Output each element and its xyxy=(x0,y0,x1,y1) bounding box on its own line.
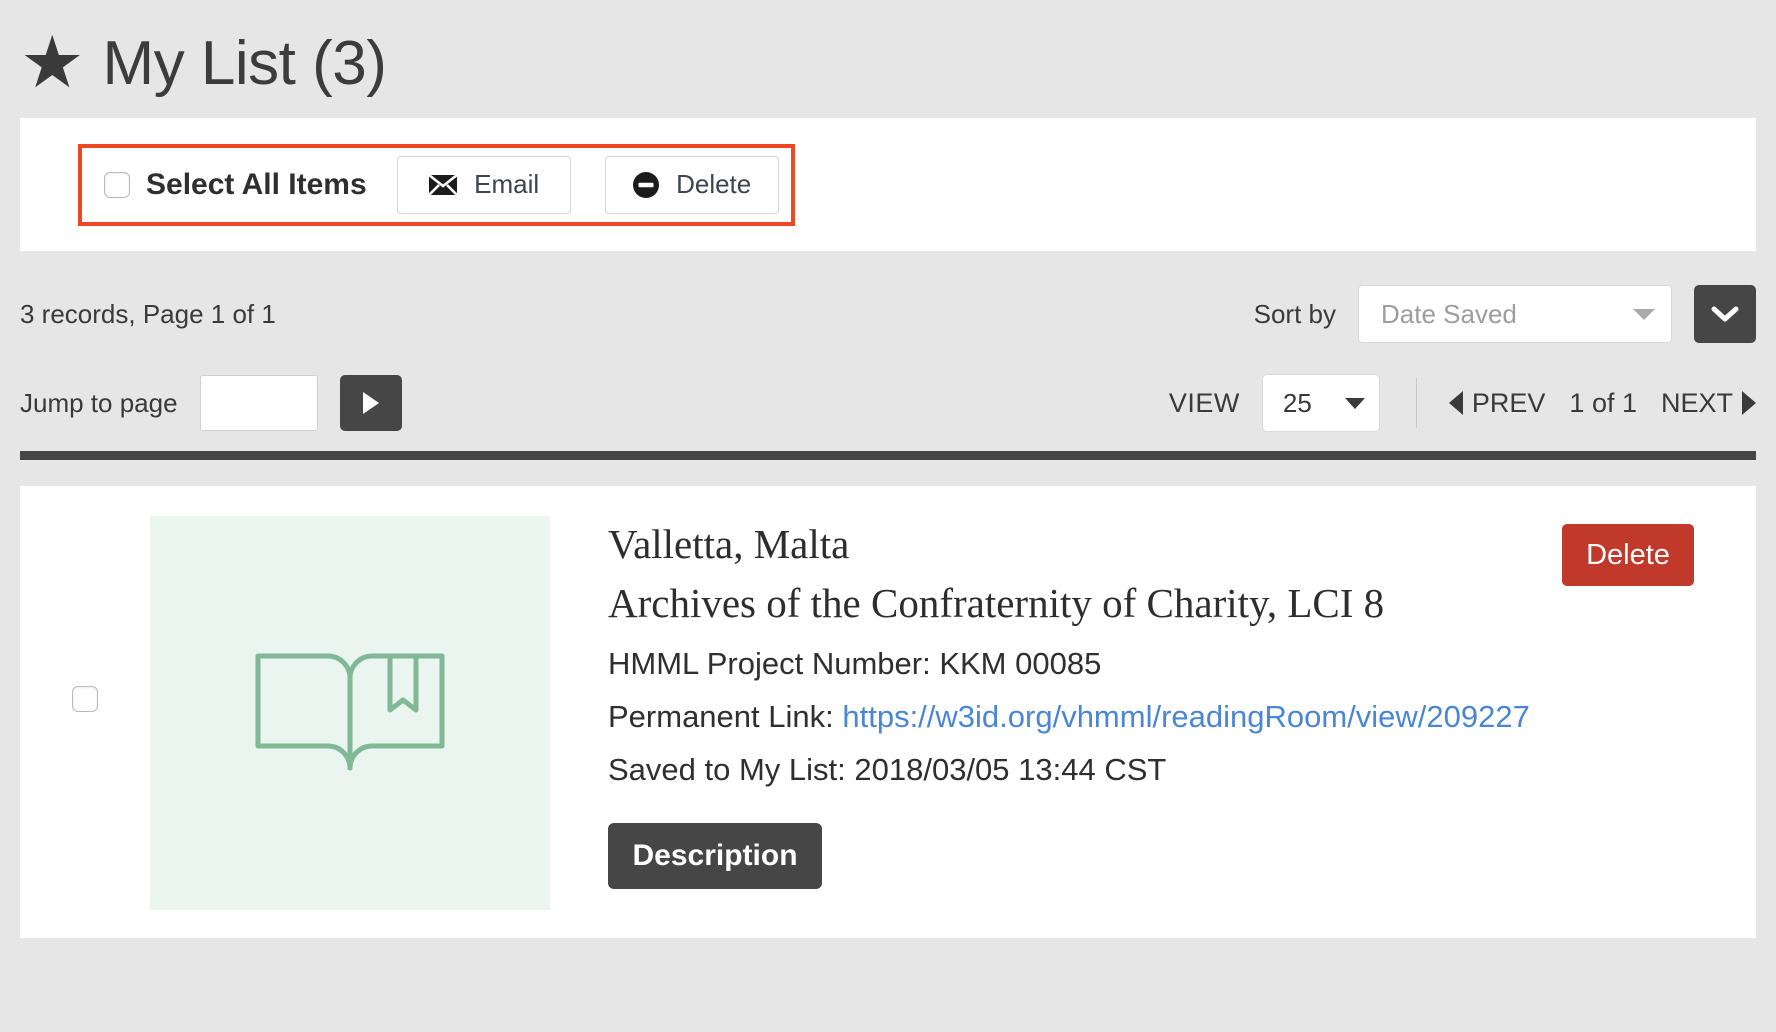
pager-nav: PREV 1 of 1 NEXT xyxy=(1449,388,1756,419)
sort-by-label: Sort by xyxy=(1254,299,1336,330)
select-all-checkbox[interactable] xyxy=(104,172,130,198)
records-summary-row: 3 records, Page 1 of 1 Sort by Date Save… xyxy=(20,251,1756,355)
page-title: ★ My List (3) xyxy=(0,0,1776,118)
description-button[interactable]: Description xyxy=(608,823,822,889)
jump-to-page-go-button[interactable] xyxy=(340,375,402,431)
chevron-down-icon xyxy=(1711,305,1739,323)
view-label: VIEW xyxy=(1169,388,1240,419)
sort-direction-button[interactable] xyxy=(1694,285,1756,343)
play-triangle-icon xyxy=(363,392,379,414)
records-count-text: 3 records, Page 1 of 1 xyxy=(20,299,276,330)
toolbar-highlight-box: Select All Items Email Delete xyxy=(78,144,795,226)
page-indicator: 1 of 1 xyxy=(1569,388,1637,419)
sort-controls: Sort by Date Saved xyxy=(1254,285,1756,343)
permanent-link-label: Permanent Link: xyxy=(608,699,842,734)
list-item: Valletta, Malta Archives of the Confrate… xyxy=(20,486,1756,938)
permanent-link-url[interactable]: https://w3id.org/vhmml/readingRoom/view/… xyxy=(842,699,1530,734)
view-count-value: 25 xyxy=(1283,388,1312,419)
jump-to-page-controls: Jump to page xyxy=(20,375,402,431)
next-page-button[interactable]: NEXT xyxy=(1661,388,1733,419)
sort-by-select[interactable]: Date Saved xyxy=(1358,285,1672,343)
delete-record-button[interactable]: Delete xyxy=(1562,524,1694,586)
open-book-bookmark-icon xyxy=(250,638,450,788)
delete-selected-button[interactable]: Delete xyxy=(605,156,779,214)
item-permanent-link-row: Permanent Link: https://w3id.org/vhmml/r… xyxy=(608,690,1756,743)
sort-by-value: Date Saved xyxy=(1381,299,1517,330)
chevron-down-icon xyxy=(1633,309,1655,320)
email-button-label: Email xyxy=(474,169,539,200)
minus-circle-icon xyxy=(632,171,660,199)
view-and-pager-controls: VIEW 25 PREV 1 of 1 NEXT xyxy=(1169,374,1756,432)
pagination-row: Jump to page VIEW 25 PREV 1 of 1 NEXT xyxy=(20,355,1756,451)
envelope-icon xyxy=(428,174,458,196)
list-actions-toolbar: Select All Items Email Delete xyxy=(20,118,1756,251)
item-checkbox[interactable] xyxy=(72,686,98,712)
chevron-down-icon xyxy=(1345,398,1365,409)
item-project-number: HMML Project Number: KKM 00085 xyxy=(608,637,1756,690)
prev-page-button[interactable]: PREV xyxy=(1472,388,1546,419)
pager-divider xyxy=(1416,378,1417,428)
email-button[interactable]: Email xyxy=(397,156,571,214)
page-title-text: My List (3) xyxy=(103,28,387,99)
select-all-label: Select All Items xyxy=(146,168,367,202)
select-all-items-control[interactable]: Select All Items xyxy=(104,168,397,202)
delete-selected-label: Delete xyxy=(676,169,751,200)
star-icon: ★ xyxy=(20,27,85,99)
triangle-right-icon[interactable] xyxy=(1742,391,1756,415)
section-divider-bar xyxy=(20,451,1756,460)
view-count-select[interactable]: 25 xyxy=(1262,374,1380,432)
item-select-cell xyxy=(20,516,150,712)
item-thumbnail[interactable] xyxy=(150,516,550,910)
triangle-left-icon[interactable] xyxy=(1449,391,1463,415)
item-saved-date: Saved to My List: 2018/03/05 13:44 CST xyxy=(608,743,1756,796)
jump-to-page-input[interactable] xyxy=(200,375,318,431)
jump-to-page-label: Jump to page xyxy=(20,388,178,419)
